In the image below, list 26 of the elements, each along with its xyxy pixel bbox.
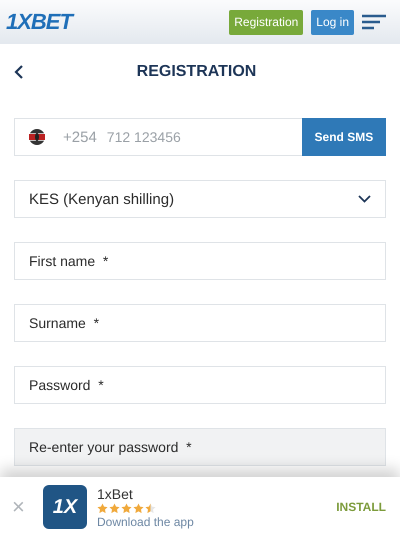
logo[interactable]: 1XBET	[6, 9, 72, 35]
star-icon	[121, 502, 132, 514]
registration-button[interactable]: Registration	[229, 10, 304, 34]
chevron-down-icon	[358, 195, 371, 203]
currency-select[interactable]: KES (Kenyan shilling)	[14, 180, 386, 218]
star-icon	[97, 502, 108, 514]
install-link[interactable]: INSTALL	[336, 500, 386, 514]
star-icon	[109, 502, 120, 514]
close-icon[interactable]: ×	[12, 494, 32, 520]
back-icon[interactable]	[14, 65, 23, 79]
flag-icon[interactable]	[29, 129, 45, 145]
app-icon: 1X	[43, 485, 87, 529]
phone-input[interactable]: 712 123456	[96, 119, 302, 155]
phone-field[interactable]: +254 712 123456	[14, 118, 302, 156]
app-name: 1xBet	[97, 486, 134, 502]
login-button[interactable]: Log in	[311, 10, 354, 34]
star-icon	[133, 502, 144, 514]
send-sms-button[interactable]: Send SMS	[302, 118, 386, 156]
app-subtitle: Download the app	[97, 514, 195, 528]
text-input[interactable]: Re-enter your password *	[15, 429, 385, 465]
page-title: REGISTRATION	[136, 63, 258, 81]
text-input[interactable]: Surname *	[15, 305, 385, 341]
text-input[interactable]: Password *	[15, 367, 385, 403]
star-icon	[145, 502, 156, 514]
menu-icon[interactable]	[362, 14, 386, 30]
text-input[interactable]: First name *	[15, 243, 385, 279]
